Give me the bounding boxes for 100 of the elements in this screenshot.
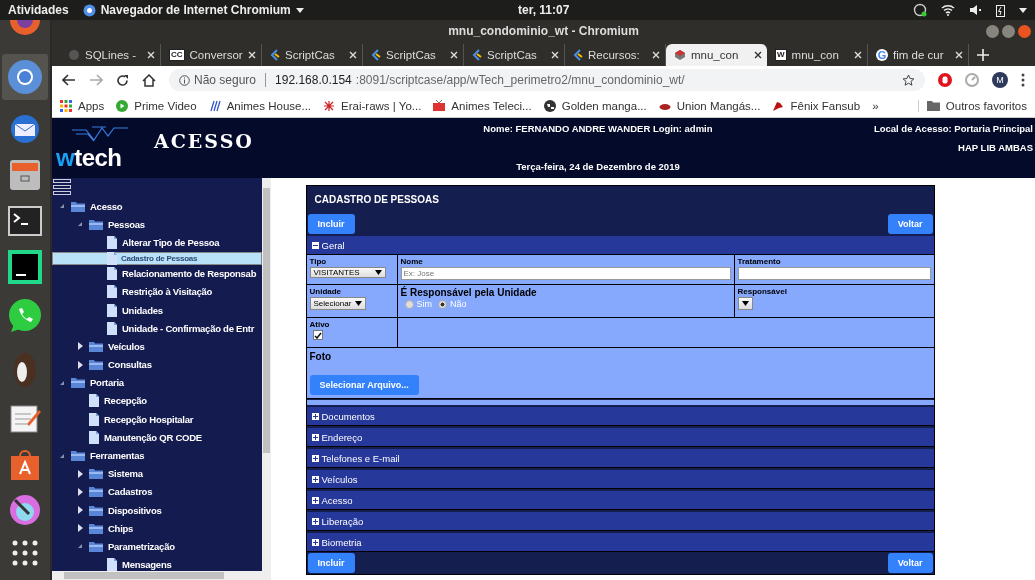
wifi-icon[interactable] <box>941 4 955 16</box>
menu-item[interactable]: Sistema <box>108 468 143 480</box>
more-bookmarks-button[interactable]: » <box>872 99 879 112</box>
menu-item[interactable]: Relacionamento de Responsab <box>122 268 257 280</box>
expanded-icon[interactable] <box>60 453 64 458</box>
maximize-button[interactable] <box>1002 24 1015 38</box>
bookmark-link[interactable]: Animes Teleci... <box>433 99 532 112</box>
menu-item[interactable]: Restrição à Visitação <box>122 286 213 298</box>
expanded-icon[interactable] <box>60 380 64 385</box>
bookmark-link[interactable]: Fênix Fansub <box>772 99 861 112</box>
new-tab-button[interactable] <box>977 49 989 61</box>
menu-item[interactable]: Ferramentas <box>90 450 145 462</box>
activities-button[interactable]: Atividades <box>8 3 69 17</box>
ide-icon[interactable] <box>8 250 42 284</box>
toggle-icon[interactable] <box>311 517 319 525</box>
name-input[interactable]: Ex: Jose <box>400 267 731 280</box>
terminal-icon[interactable] <box>8 206 42 236</box>
app-grid-icon[interactable] <box>12 540 38 566</box>
file-select-button[interactable]: Selecionar Arquivo... <box>309 375 419 395</box>
unit-select[interactable]: Selecionar <box>309 297 367 310</box>
collapsed-icon[interactable] <box>77 469 83 478</box>
collapsed-icon[interactable] <box>77 360 83 369</box>
section-header[interactable]: Endereço <box>306 428 934 447</box>
menu-item[interactable]: Parametrização <box>108 540 175 552</box>
bookmark-link[interactable]: Apps <box>60 99 105 112</box>
bookmark-link[interactable]: Erai-raws | Yo... <box>323 99 422 112</box>
active-checkbox[interactable] <box>312 330 323 340</box>
expanded-icon[interactable] <box>78 544 82 549</box>
browser-icon[interactable] <box>7 59 43 95</box>
toggle-icon[interactable] <box>311 496 319 504</box>
horizontal-scrollbar[interactable] <box>52 571 271 580</box>
close-button[interactable] <box>1018 24 1031 38</box>
menu-item[interactable]: Portaria <box>90 377 124 389</box>
browser-tab[interactable]: mnu_con <box>666 44 767 66</box>
volume-icon[interactable] <box>969 4 982 16</box>
form-button[interactable]: Voltar <box>887 553 933 573</box>
reload-icon[interactable] <box>116 73 129 87</box>
form-button[interactable]: Incluir <box>307 214 355 234</box>
bookmark-link[interactable]: Union Mangás... <box>658 99 761 112</box>
phone-bubble-icon[interactable] <box>7 298 43 334</box>
menu-item[interactable]: Mensagens <box>122 559 172 571</box>
collapsed-icon[interactable] <box>77 506 83 515</box>
toggle-icon[interactable] <box>311 538 319 546</box>
type-select[interactable]: VISITANTES <box>309 267 386 278</box>
title-input[interactable] <box>737 267 931 280</box>
menu-item[interactable]: Veículos <box>108 340 145 352</box>
stop-hand-icon[interactable] <box>938 73 952 87</box>
hamburger-icon[interactable] <box>53 179 71 195</box>
menu-item[interactable]: Recepção Hospitalar <box>104 413 194 425</box>
vertical-scrollbar[interactable] <box>262 178 271 571</box>
bookmark-link[interactable]: Prime Video <box>116 99 197 112</box>
paint-icon[interactable] <box>9 494 41 526</box>
toggle-icon[interactable] <box>311 433 319 441</box>
expanded-icon[interactable] <box>78 222 82 227</box>
bookmark-link[interactable]: Animes House... <box>208 99 312 112</box>
expanded-icon[interactable] <box>60 204 64 209</box>
menu-item[interactable]: Recepção <box>104 395 147 407</box>
form-button[interactable]: Incluir <box>307 553 355 573</box>
chat-icon[interactable] <box>913 3 927 17</box>
toggle-icon[interactable] <box>311 241 319 249</box>
section-header[interactable]: Geral <box>306 236 934 255</box>
menu-icon[interactable] <box>1021 73 1025 87</box>
section-header[interactable]: Documentos <box>306 407 934 426</box>
responsible-select[interactable] <box>737 297 753 310</box>
toggle-icon[interactable] <box>311 475 319 483</box>
caret-icon[interactable] <box>1019 7 1027 13</box>
shopping-bag-icon[interactable] <box>9 448 41 480</box>
collapsed-icon[interactable] <box>77 487 83 496</box>
toggle-icon[interactable] <box>311 412 319 420</box>
section-header[interactable]: Liberação <box>306 512 934 531</box>
profile-avatar[interactable]: M <box>992 72 1008 88</box>
back-icon[interactable] <box>62 74 76 86</box>
close-icon[interactable] <box>754 51 762 59</box>
app-menu[interactable]: Navegador de Internet Chromium <box>82 3 304 17</box>
address-bar[interactable]: Não seguro 192.168.0.154 :8091/scriptcase/app/wTech_perimetro2/mnu_condominio_wt/ <box>169 69 925 91</box>
battery-icon[interactable] <box>996 3 1005 17</box>
collapsed-icon[interactable] <box>77 342 83 351</box>
toggle-icon[interactable] <box>311 454 319 462</box>
menu-item[interactable]: Dispositivos <box>108 504 162 516</box>
menu-item[interactable]: Manutenção QR CODE <box>104 431 202 443</box>
radio-button[interactable] <box>438 299 447 309</box>
menu-item[interactable]: Chips <box>108 522 134 534</box>
star-icon[interactable] <box>902 73 915 87</box>
section-header[interactable]: Acesso <box>306 491 934 510</box>
notepad-icon[interactable] <box>9 402 41 434</box>
collapsed-icon[interactable] <box>77 524 83 533</box>
menu-item[interactable]: Unidades <box>122 304 163 316</box>
menu-item[interactable]: Unidade - Confirmação de Entr <box>122 322 255 334</box>
form-button[interactable]: Voltar <box>887 214 933 234</box>
other-bookmarks-link[interactable]: Outros favoritos <box>917 99 1027 112</box>
menu-item[interactable]: Alterar Tipo de Pessoa <box>122 236 220 248</box>
section-header[interactable]: Biometria <box>306 533 934 552</box>
menu-item[interactable]: Consultas <box>108 359 152 371</box>
menu-item[interactable]: Pessoas <box>108 218 145 230</box>
file-cabinet-icon[interactable] <box>8 158 42 192</box>
section-header[interactable]: Veículos <box>306 470 934 489</box>
menu-item[interactable]: Cadastros <box>108 486 153 498</box>
section-header[interactable]: Telefones e E-mail <box>306 449 934 468</box>
bookmark-link[interactable]: Golden manga... <box>543 99 647 112</box>
menu-item[interactable]: Acesso <box>90 200 123 212</box>
